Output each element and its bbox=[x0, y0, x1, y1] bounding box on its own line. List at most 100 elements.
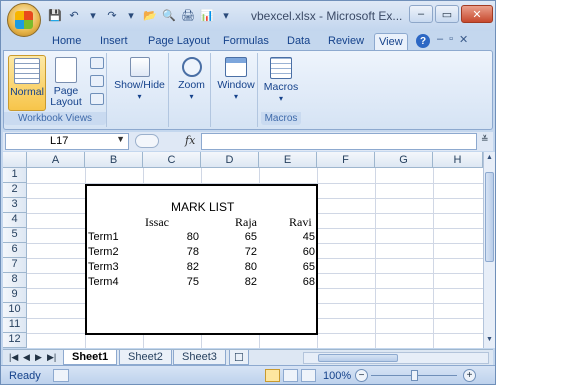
prev-sheet-icon[interactable]: ◀ bbox=[23, 352, 30, 363]
page-layout-status-icon[interactable] bbox=[283, 369, 298, 382]
help-icon[interactable]: ? bbox=[416, 34, 430, 48]
mark-value[interactable]: 80 bbox=[143, 230, 199, 244]
mark-value[interactable]: 45 bbox=[259, 230, 315, 244]
select-all-corner[interactable] bbox=[3, 152, 27, 168]
macros-button[interactable]: Macros ▾ bbox=[261, 55, 301, 111]
page-break-preview-icon[interactable] bbox=[90, 57, 104, 69]
term-label[interactable]: Term1 bbox=[88, 230, 119, 244]
mark-value[interactable]: 75 bbox=[143, 275, 199, 289]
zoom-out-icon[interactable]: − bbox=[355, 369, 368, 382]
tab-insert[interactable]: Insert bbox=[96, 33, 132, 51]
mark-value[interactable]: 82 bbox=[143, 260, 199, 274]
print-icon[interactable]: 🖨 bbox=[180, 7, 196, 23]
worksheet-grid[interactable]: A B C D E F G H 1 2 3 4 5 6 7 8 9 10 11 … bbox=[3, 152, 483, 348]
row-header-1[interactable]: 1 bbox=[3, 168, 27, 183]
row-header-6[interactable]: 6 bbox=[3, 243, 27, 258]
undo-dropdown-icon[interactable]: ▾ bbox=[85, 7, 101, 23]
mark-value[interactable]: 65 bbox=[259, 260, 315, 274]
redo-icon[interactable]: ↷ bbox=[104, 7, 120, 23]
column-header-g[interactable]: G bbox=[375, 152, 433, 168]
page-layout-view-button[interactable]: Page Layout bbox=[48, 55, 84, 111]
mark-list-title[interactable]: MARK LIST bbox=[171, 200, 234, 214]
row-header-4[interactable]: 4 bbox=[3, 213, 27, 228]
normal-view-button[interactable]: Normal bbox=[8, 55, 46, 111]
column-header-a[interactable]: A bbox=[27, 152, 85, 168]
scroll-up-icon[interactable]: ▲ bbox=[485, 154, 494, 163]
column-header-h[interactable]: H bbox=[433, 152, 483, 168]
header-ravi[interactable]: Ravi bbox=[289, 215, 312, 229]
full-screen-icon[interactable] bbox=[90, 93, 104, 105]
mark-value[interactable]: 78 bbox=[143, 245, 199, 259]
zoom-button[interactable]: Zoom ▾ bbox=[174, 55, 209, 111]
show-hide-button[interactable]: Show/Hide ▾ bbox=[112, 55, 167, 111]
name-box-dropdown-icon[interactable]: ▼ bbox=[116, 134, 125, 144]
close-button[interactable]: ✕ bbox=[461, 5, 493, 23]
tab-data[interactable]: Data bbox=[283, 33, 314, 51]
row-header-8[interactable]: 8 bbox=[3, 273, 27, 288]
save-icon[interactable]: 💾 bbox=[47, 7, 63, 23]
row-header-9[interactable]: 9 bbox=[3, 288, 27, 303]
tab-review[interactable]: Review bbox=[324, 33, 368, 51]
customize-qat-icon[interactable]: ▾ bbox=[218, 7, 234, 23]
last-sheet-icon[interactable]: ▶| bbox=[47, 352, 56, 363]
term-label[interactable]: Term2 bbox=[88, 245, 119, 259]
mark-value[interactable]: 65 bbox=[201, 230, 257, 244]
maximize-button[interactable]: ▭ bbox=[435, 5, 459, 23]
sheet-tab-sheet1[interactable]: Sheet1 bbox=[63, 350, 118, 365]
workbook-restore-icon[interactable]: ▫ bbox=[449, 33, 453, 46]
next-sheet-icon[interactable]: ▶ bbox=[35, 352, 42, 363]
row-header-5[interactable]: 5 bbox=[3, 228, 27, 243]
header-issac[interactable]: Issac bbox=[145, 215, 169, 229]
row-header-7[interactable]: 7 bbox=[3, 258, 27, 273]
column-header-d[interactable]: D bbox=[201, 152, 259, 168]
tab-page-layout[interactable]: Page Layout bbox=[144, 33, 214, 51]
redo-dropdown-icon[interactable]: ▾ bbox=[123, 7, 139, 23]
mark-value[interactable]: 60 bbox=[259, 245, 315, 259]
window-button[interactable]: Window ▾ bbox=[214, 55, 258, 111]
term-label[interactable]: Term3 bbox=[88, 260, 119, 274]
header-raja[interactable]: Raja bbox=[235, 215, 257, 229]
sheet-tab-sheet2[interactable]: Sheet2 bbox=[119, 350, 172, 365]
vertical-scrollbar[interactable]: ▲ ▼ bbox=[483, 152, 495, 348]
sheet-tab-sheet3[interactable]: Sheet3 bbox=[173, 350, 226, 365]
scroll-down-icon[interactable]: ▼ bbox=[485, 336, 494, 345]
name-box[interactable]: L17 ▼ bbox=[5, 133, 129, 150]
row-header-10[interactable]: 10 bbox=[3, 303, 27, 318]
column-header-c[interactable]: C bbox=[143, 152, 201, 168]
column-header-b[interactable]: B bbox=[85, 152, 143, 168]
tab-view[interactable]: View bbox=[374, 33, 408, 51]
open-folder-icon[interactable]: 📂 bbox=[142, 7, 158, 23]
tab-formulas[interactable]: Formulas bbox=[219, 33, 273, 51]
horizontal-scrollbar[interactable] bbox=[303, 352, 489, 364]
term-label[interactable]: Term4 bbox=[88, 275, 119, 289]
horizontal-scroll-thumb[interactable] bbox=[318, 354, 398, 362]
zoom-in-icon[interactable]: + bbox=[463, 369, 476, 382]
mark-value[interactable]: 82 bbox=[201, 275, 257, 289]
normal-view-status-icon[interactable] bbox=[265, 369, 280, 382]
row-header-12[interactable]: 12 bbox=[3, 333, 27, 348]
insert-function-icon[interactable]: fx bbox=[185, 134, 195, 147]
insert-sheet-icon[interactable]: ☐ bbox=[229, 350, 249, 365]
row-header-2[interactable]: 2 bbox=[3, 183, 27, 198]
expand-formula-bar-icon[interactable]: ≚ bbox=[481, 134, 492, 149]
mark-value[interactable]: 68 bbox=[259, 275, 315, 289]
row-header-3[interactable]: 3 bbox=[3, 198, 27, 213]
zoom-level[interactable]: 100% bbox=[323, 370, 351, 382]
print-preview-icon[interactable]: 🔍 bbox=[161, 7, 177, 23]
formula-input[interactable] bbox=[201, 133, 477, 150]
workbook-close-icon[interactable]: ✕ bbox=[459, 33, 468, 46]
vertical-scroll-thumb[interactable] bbox=[485, 172, 494, 262]
mark-value[interactable]: 72 bbox=[201, 245, 257, 259]
zoom-slider-thumb[interactable] bbox=[411, 370, 418, 381]
chart-icon[interactable]: 📊 bbox=[199, 7, 215, 23]
workbook-minimize-icon[interactable]: – bbox=[437, 33, 443, 46]
column-header-e[interactable]: E bbox=[259, 152, 317, 168]
first-sheet-icon[interactable]: |◀ bbox=[9, 352, 18, 363]
macro-record-icon[interactable] bbox=[53, 369, 69, 382]
office-button[interactable] bbox=[7, 3, 41, 37]
custom-views-icon[interactable] bbox=[90, 75, 104, 87]
page-break-status-icon[interactable] bbox=[301, 369, 316, 382]
row-header-11[interactable]: 11 bbox=[3, 318, 27, 333]
tab-home[interactable]: Home bbox=[48, 33, 85, 51]
mark-value[interactable]: 80 bbox=[201, 260, 257, 274]
